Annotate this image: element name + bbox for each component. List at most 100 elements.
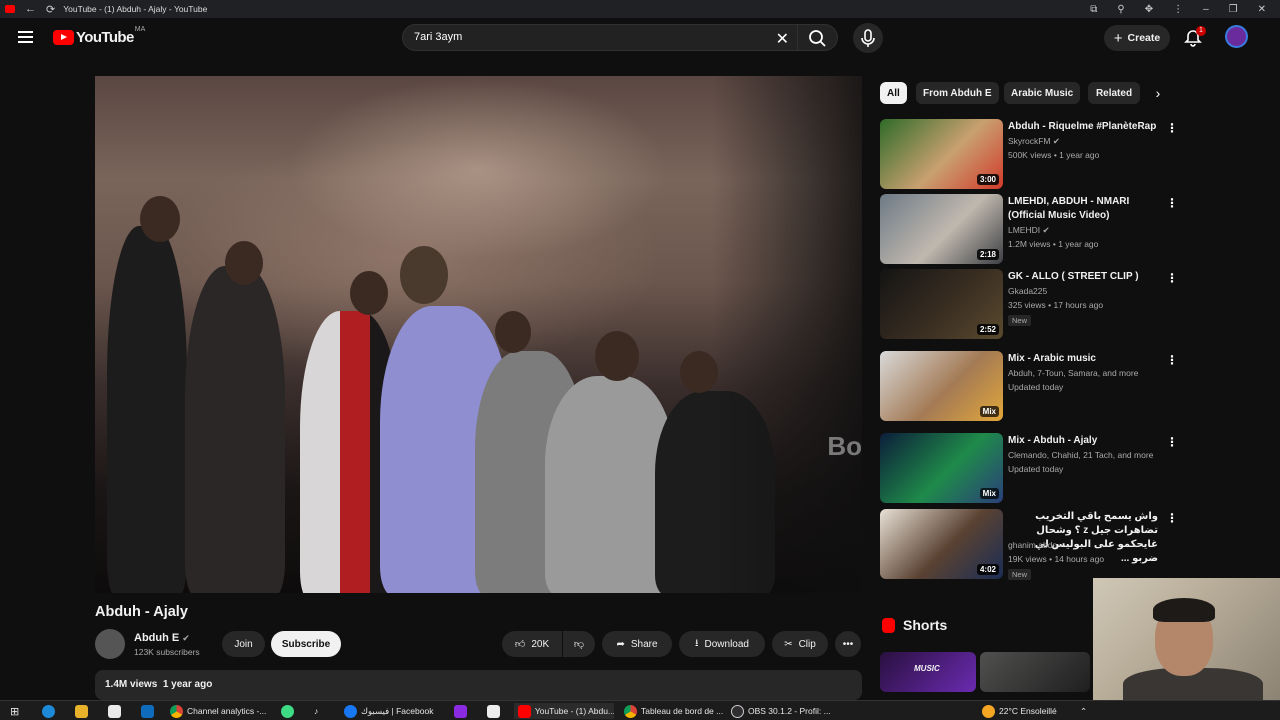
video-thumbnail[interactable]: 3:00 — [880, 119, 1003, 189]
join-button[interactable]: Join — [222, 631, 265, 657]
menu-icon[interactable] — [18, 31, 33, 46]
edge-icon — [42, 704, 55, 718]
recommendation-title[interactable]: LMEHDI, ABDUH - NMARI (Official Music Vi… — [1008, 195, 1158, 223]
notification-badge: 1 — [1196, 26, 1206, 36]
more-vert-icon[interactable]: ⋮ — [1166, 121, 1178, 135]
voice-search-button[interactable] — [853, 23, 883, 53]
youtube-play-icon — [53, 30, 74, 45]
channel-avatar[interactable] — [95, 629, 125, 659]
create-button[interactable]: + Create — [1104, 25, 1170, 51]
chip-from-channel[interactable]: From Abduh E — [916, 82, 999, 104]
webcam-overlay — [1093, 578, 1280, 700]
chip-arabic-music[interactable]: Arabic Music — [1004, 82, 1081, 104]
recommendation-channel[interactable]: Abduh, 7-Toun, Samara, and more — [1008, 368, 1138, 378]
video-figure — [107, 226, 187, 593]
video-head — [225, 241, 263, 285]
download-button[interactable]: ⭳ Download — [679, 631, 765, 657]
verified-icon: ✔ — [1042, 225, 1050, 235]
taskbar-dashboard[interactable]: Tableau de bord de ... — [624, 703, 723, 719]
video-thumbnail[interactable]: Mix — [880, 433, 1003, 503]
minimize-button[interactable]: – — [1203, 4, 1209, 15]
close-window-button[interactable]: ✕ — [1258, 4, 1266, 15]
more-vert-icon[interactable]: ⋮ — [1166, 196, 1178, 210]
more-vert-icon[interactable]: ⋮ — [1166, 435, 1178, 449]
account-avatar[interactable] — [1225, 25, 1248, 48]
recommendation-channel[interactable]: Gkada225 — [1008, 286, 1047, 296]
windows-icon: ⊞ — [10, 705, 20, 718]
recommendation-item[interactable]: 2:18 LMEHDI, ABDUH - NMARI (Official Mus… — [880, 194, 1178, 264]
search-box[interactable]: ✕ — [402, 24, 798, 51]
more-vert-icon[interactable]: ⋮ — [1166, 353, 1178, 367]
browser-menu-icon[interactable]: ⋮ — [1173, 4, 1183, 15]
back-icon[interactable]: ← — [25, 3, 36, 15]
chip-all[interactable]: All — [880, 82, 907, 104]
recommendation-item[interactable]: 4:02 واش يسمح باقي التخريب تضاهرات جيل z… — [880, 509, 1178, 580]
search-input[interactable] — [414, 31, 744, 43]
video-thumbnail[interactable]: 2:18 — [880, 194, 1003, 264]
duration-badge: 3:00 — [976, 174, 999, 185]
recommendation-item[interactable]: 2:52 GK - ALLO ( STREET CLIP ) Gkada225 … — [880, 269, 1178, 339]
recommendation-channel[interactable]: Clemando, Chahid, 21 Tach, and more — [1008, 450, 1153, 460]
video-head — [495, 311, 531, 353]
weather-widget[interactable]: 22°C Ensoleillé — [982, 703, 1057, 719]
tray-expand-icon[interactable]: ⌃ — [1080, 703, 1087, 719]
taskbar-tiktok[interactable]: ♪ — [314, 703, 318, 719]
recommendation-title[interactable]: Abduh - Riquelme #PlanèteRap — [1008, 120, 1158, 134]
video-head — [595, 331, 639, 381]
short-thumbnail[interactable] — [980, 652, 1090, 692]
more-horiz-icon: ••• — [842, 638, 854, 650]
taskbar-label: فيسبوك | Facebook — [361, 705, 434, 716]
taskbar-explorer[interactable] — [75, 703, 88, 719]
channel-name[interactable]: Abduh E ✔ — [134, 632, 190, 644]
like-button[interactable]: 👍︎ 20K — [502, 631, 562, 657]
more-vert-icon[interactable]: ⋮ — [1166, 271, 1178, 285]
subscribe-label: Subscribe — [281, 638, 331, 650]
recommendation-item[interactable]: Mix Mix - Abduh - Ajaly Clemando, Chahid… — [880, 433, 1178, 503]
chip-related[interactable]: Related — [1088, 82, 1140, 104]
share-button[interactable]: ➦ Share — [602, 631, 672, 657]
recommendation-channel[interactable]: ghanim abdo — [1008, 540, 1057, 550]
zoom-icon[interactable]: ⚲ — [1117, 4, 1124, 15]
taskbar-facebook[interactable]: فيسبوك | Facebook — [344, 703, 433, 719]
video-thumbnail[interactable]: Mix — [880, 351, 1003, 421]
taskbar-app[interactable] — [281, 703, 294, 719]
more-vert-icon[interactable]: ⋮ — [1166, 511, 1178, 525]
youtube-logo[interactable]: YouTube MA — [53, 26, 145, 46]
search-button[interactable] — [798, 24, 838, 51]
taskbar-edge[interactable] — [42, 703, 55, 719]
app-icon — [281, 704, 294, 718]
taskbar-outlook[interactable] — [141, 703, 154, 719]
more-actions-button[interactable]: ••• — [835, 631, 861, 657]
puzzle-icon[interactable]: ✥ — [1145, 4, 1153, 15]
chrome-icon — [170, 704, 183, 718]
short-thumbnail[interactable]: MUSIC — [880, 652, 976, 692]
reload-icon[interactable]: ⟳ — [46, 3, 55, 16]
new-badge: New — [1008, 569, 1032, 580]
taskbar-store[interactable] — [108, 703, 121, 719]
clear-search-icon[interactable]: ✕ — [776, 29, 789, 49]
chevron-right-icon[interactable]: › — [1148, 82, 1168, 104]
recommendation-item[interactable]: 3:00 Abduh - Riquelme #PlanèteRap Skyroc… — [880, 119, 1178, 189]
recommendation-channel[interactable]: LMEHDI ✔ — [1008, 225, 1050, 236]
taskbar-capcut[interactable] — [487, 703, 500, 719]
start-button[interactable]: ⊞ — [10, 703, 19, 719]
taskbar-app[interactable] — [454, 703, 467, 719]
taskbar-obs[interactable]: OBS 30.1.2 - Profil: ... — [731, 703, 831, 719]
recommendation-title[interactable]: GK - ALLO ( STREET CLIP ) — [1008, 270, 1158, 284]
video-thumbnail[interactable]: 2:52 — [880, 269, 1003, 339]
taskbar-chrome-analytics[interactable]: Channel analytics -... — [170, 703, 266, 719]
recommendation-title[interactable]: Mix - Abduh - Ajaly — [1008, 434, 1158, 448]
subscribe-button[interactable]: Subscribe — [271, 631, 341, 657]
video-thumbnail[interactable]: 4:02 — [880, 509, 1003, 579]
subscriber-count: 123K subscribers — [134, 647, 200, 657]
taskbar-youtube[interactable]: YouTube - (1) Abdu... — [514, 703, 614, 719]
obs-icon — [731, 704, 744, 718]
dislike-button[interactable]: 👎︎ — [563, 631, 595, 657]
extensions-icon[interactable]: ⧉ — [1090, 4, 1097, 15]
recommendation-title[interactable]: Mix - Arabic music — [1008, 352, 1158, 366]
clip-button[interactable]: ✂ Clip — [772, 631, 828, 657]
video-player[interactable]: Bo — [95, 76, 862, 593]
maximize-button[interactable]: ❐ — [1229, 4, 1238, 15]
recommendation-item[interactable]: Mix Mix - Arabic music Abduh, 7-Toun, Sa… — [880, 351, 1178, 421]
recommendation-channel[interactable]: SkyrockFM ✔ — [1008, 136, 1060, 147]
